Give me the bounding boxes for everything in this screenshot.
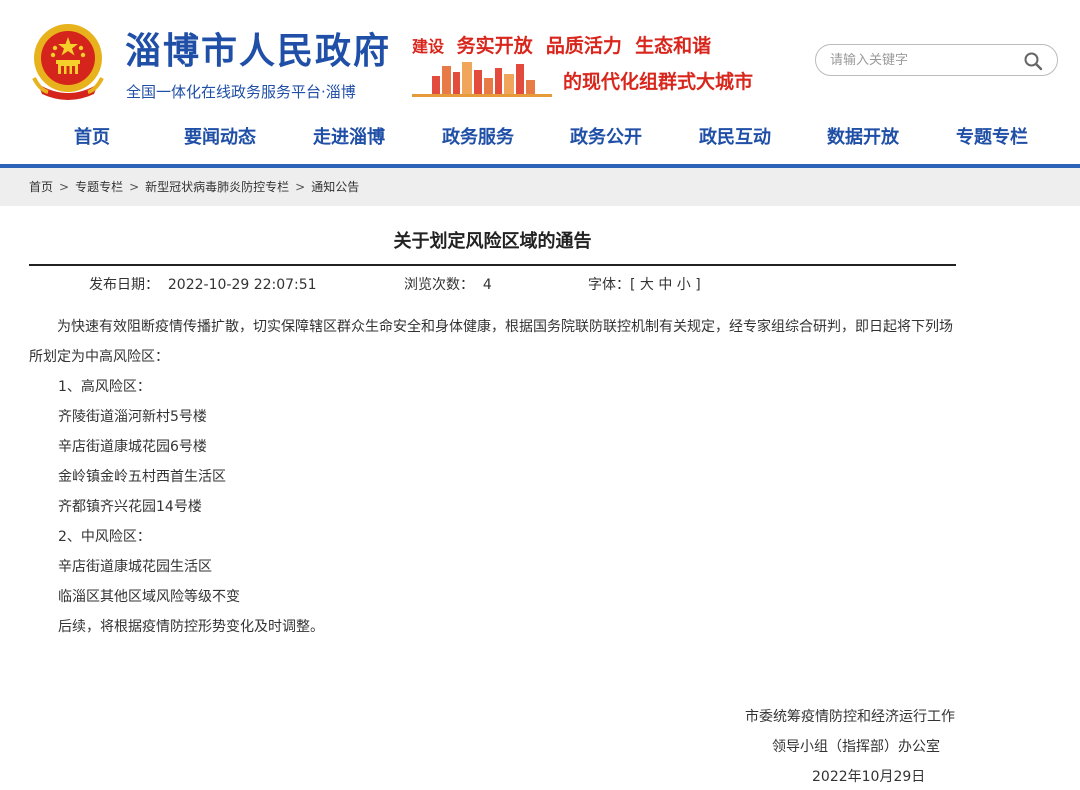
intro-paragraph-line-2: 所划定为中高风险区： <box>29 349 169 365</box>
closing-note: 后续，将根据疫情防控形势变化及时调整。 <box>58 619 324 635</box>
nav-item-open-data[interactable]: 数据开放 <box>827 126 899 150</box>
main-nav: 首页 要闻动态 走进淄博 政务服务 政务公开 政民互动 数据开放 专题专栏 <box>0 116 1080 164</box>
site-title: 淄博市人民政府 <box>125 31 392 72</box>
nav-item-gov-disclosure[interactable]: 政务公开 <box>570 126 642 150</box>
section-medium-risk-heading: 2、中风险区： <box>58 529 151 545</box>
search-box[interactable] <box>815 44 1058 76</box>
nav-item-about-zibo[interactable]: 走进淄博 <box>313 126 385 150</box>
nav-item-home[interactable]: 首页 <box>74 126 110 150</box>
breadcrumb-covid-column[interactable]: 新型冠状病毒肺炎防控专栏 <box>145 180 289 194</box>
list-item: 辛店街道康城花园6号楼 <box>58 439 207 455</box>
signature-date: 2022年10月29日 <box>812 769 926 785</box>
slogan-line-2: 的现代化组群式大城市 <box>563 71 754 93</box>
list-item: 临淄区其他区域风险等级不变 <box>58 589 240 605</box>
search-input[interactable] <box>830 50 1020 70</box>
slogan-prefix: 建设 <box>412 37 445 56</box>
view-count: 浏览次数： 4 <box>404 277 492 293</box>
slogan-line-1-text: 务实开放 品质活力 生态和谐 <box>456 35 712 57</box>
signature-org-line-2: 领导小组（指挥部）办公室 <box>772 739 940 755</box>
list-item: 辛店街道康城花园生活区 <box>58 559 212 575</box>
search-icon[interactable] <box>1023 51 1043 71</box>
signature-org-line-1: 市委统筹疫情防控和经济运行工作 <box>745 709 955 725</box>
city-skyline-icon <box>412 62 552 97</box>
intro-paragraph-line-1: 为快速有效阻断疫情传播扩散，切实保障辖区群众生命安全和身体健康，根据国务院联防联… <box>57 319 953 335</box>
nav-item-special-topics[interactable]: 专题专栏 <box>956 126 1028 150</box>
list-item: 金岭镇金岭五村西首生活区 <box>58 469 226 485</box>
font-size-switcher[interactable]: 字体：[ 大 中 小 ] <box>588 276 701 294</box>
nav-item-gov-services[interactable]: 政务服务 <box>442 126 514 150</box>
breadcrumb-separator: > <box>129 180 140 194</box>
site-subtitle: 全国一体化在线政务服务平台·淄博 <box>126 83 356 101</box>
nav-item-interaction[interactable]: 政民互动 <box>699 126 771 150</box>
nav-item-news[interactable]: 要闻动态 <box>184 126 256 150</box>
breadcrumb-separator: > <box>59 180 70 194</box>
slogan-line-1: 建设 务实开放 品质活力 生态和谐 <box>412 34 711 59</box>
list-item: 齐都镇齐兴花园14号楼 <box>58 499 202 515</box>
site-header: 淄博市人民政府 全国一体化在线政务服务平台·淄博 建设 务实开放 品质活力 生态… <box>0 0 1080 116</box>
section-high-risk-heading: 1、高风险区： <box>58 379 151 395</box>
article-title: 关于划定风险区域的通告 <box>393 231 592 252</box>
national-emblem-icon <box>32 24 104 100</box>
breadcrumb-bar: 首页 > 专题专栏 > 新型冠状病毒肺炎防控专栏 > 通知公告 <box>0 168 1080 206</box>
breadcrumb-home[interactable]: 首页 <box>29 180 53 194</box>
title-divider <box>29 264 956 266</box>
publish-date: 发布日期： 2022-10-29 22:07:51 <box>89 277 317 293</box>
list-item: 齐陵街道淄河新村5号楼 <box>58 409 207 425</box>
breadcrumb-separator: > <box>295 180 306 194</box>
breadcrumb-special-topics[interactable]: 专题专栏 <box>75 180 123 194</box>
breadcrumb-notices[interactable]: 通知公告 <box>311 180 359 194</box>
breadcrumb: 首页 > 专题专栏 > 新型冠状病毒肺炎防控专栏 > 通知公告 <box>29 179 359 195</box>
